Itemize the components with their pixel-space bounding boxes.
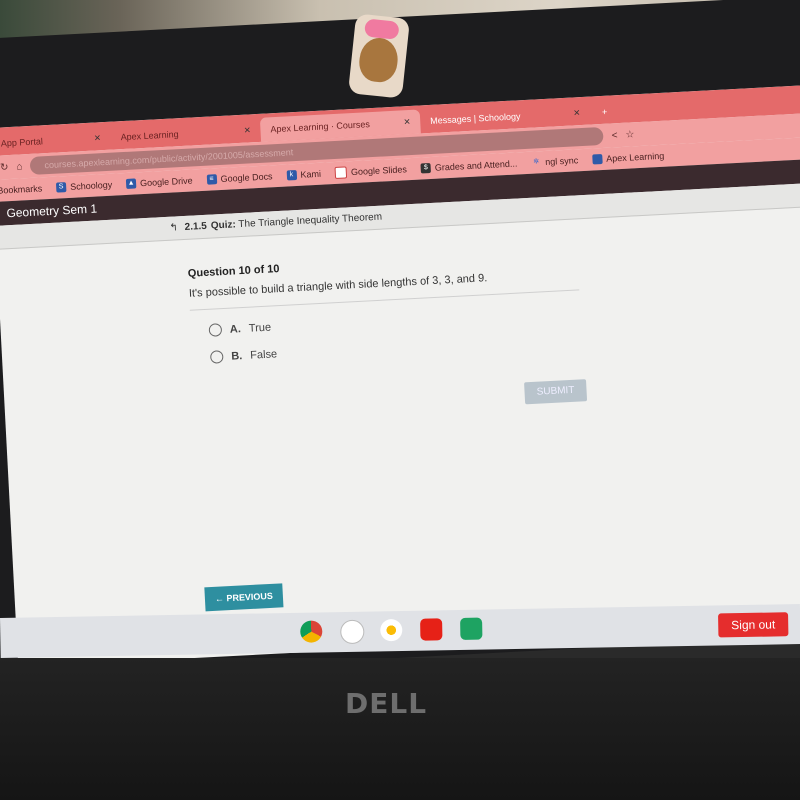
close-icon[interactable]: × bbox=[244, 124, 251, 136]
kami-icon: k bbox=[286, 170, 297, 181]
bookmark-grades[interactable]: $ Grades and Attend... bbox=[420, 158, 518, 174]
bookmark-label: Kami bbox=[300, 168, 322, 180]
youtube-icon[interactable] bbox=[420, 618, 443, 641]
bookmark-label: Google Slides bbox=[350, 164, 408, 178]
bookmark-schoology[interactable]: S Schoology bbox=[55, 179, 113, 193]
share-icon[interactable]: < bbox=[611, 130, 617, 141]
radio-button[interactable] bbox=[209, 350, 224, 364]
tab-label: App Portal bbox=[0, 136, 44, 149]
screen: App Portal × Apex Learning × Apex Learning… bbox=[0, 84, 800, 668]
option-label: True bbox=[248, 321, 272, 335]
activity-type: Quiz: bbox=[210, 219, 237, 232]
option-letter: B. bbox=[230, 349, 243, 363]
bookmark-ngl-sync[interactable]: ✲ ngl sync bbox=[531, 155, 578, 167]
owl-icon bbox=[357, 36, 400, 84]
owl-sticker bbox=[347, 13, 411, 99]
bookmark-label: Apex Learning bbox=[605, 150, 665, 164]
bookmark-label: Schoology bbox=[69, 179, 113, 192]
dell-logo: DELL bbox=[345, 687, 428, 720]
schoology-icon: S bbox=[55, 182, 67, 193]
bookmark-google-docs[interactable]: ≡ Google Docs bbox=[206, 171, 273, 185]
question-panel: Question 10 of 10 It's possible to build… bbox=[188, 247, 583, 364]
bookmark-kami[interactable]: k Kami bbox=[286, 169, 321, 181]
bookmark-apex-learning[interactable]: Apex Learning bbox=[591, 150, 665, 165]
bookmark-bookmarks[interactable]: Bookmarks bbox=[0, 183, 43, 195]
star-icon[interactable]: ☆ bbox=[625, 129, 635, 140]
new-tab-button[interactable]: + bbox=[591, 99, 617, 124]
tab-label: Messages | Schoology bbox=[429, 111, 521, 126]
option-a[interactable]: A. True bbox=[208, 304, 581, 337]
activity-title: The Triangle Inequality Theorem bbox=[238, 211, 383, 231]
close-icon[interactable]: × bbox=[573, 107, 580, 119]
option-b[interactable]: B. False bbox=[209, 331, 582, 364]
back-arrow-icon[interactable]: ↰ bbox=[169, 222, 178, 233]
drive-icon: ▲ bbox=[125, 178, 137, 189]
bookmark-label: Google Docs bbox=[220, 171, 273, 184]
bookmark-google-slides[interactable]: Google Slides bbox=[334, 163, 408, 179]
bookmark-label: ngl sync bbox=[545, 155, 579, 167]
bookmark-label: Bookmarks bbox=[0, 183, 43, 196]
option-label: False bbox=[249, 347, 278, 362]
slides-icon bbox=[334, 166, 348, 179]
option-letter: A. bbox=[229, 322, 242, 336]
submit-button[interactable]: SUBMIT bbox=[524, 379, 588, 405]
ngl-sync-icon: ✲ bbox=[533, 158, 540, 166]
grades-icon: $ bbox=[420, 162, 432, 174]
close-icon[interactable]: × bbox=[94, 132, 101, 144]
close-icon[interactable]: × bbox=[404, 116, 411, 128]
docs-icon: ≡ bbox=[206, 174, 217, 185]
bow-icon bbox=[363, 18, 400, 40]
activity-number: 2.1.5 bbox=[184, 220, 208, 233]
sign-out-button[interactable]: Sign out bbox=[718, 612, 789, 638]
bookmark-google-drive[interactable]: ▲ Google Drive bbox=[125, 175, 193, 189]
laptop-body bbox=[0, 658, 800, 800]
canvas-icon[interactable] bbox=[340, 619, 365, 645]
apex-icon bbox=[591, 154, 603, 165]
radio-button[interactable] bbox=[208, 323, 223, 337]
previous-button[interactable]: ← PREVIOUS bbox=[204, 583, 284, 612]
reload-icon[interactable]: ↻ bbox=[0, 162, 9, 173]
bookmark-label: Google Drive bbox=[139, 175, 193, 189]
classroom-icon[interactable] bbox=[460, 617, 483, 640]
home-icon[interactable]: ⌂ bbox=[16, 161, 23, 172]
tab-label: Apex Learning · Courses bbox=[270, 119, 371, 135]
photos-icon[interactable] bbox=[380, 618, 403, 642]
tab-label: Apex Learning bbox=[120, 129, 179, 143]
chrome-icon[interactable] bbox=[300, 620, 323, 643]
bookmark-label: Grades and Attend... bbox=[434, 158, 518, 173]
